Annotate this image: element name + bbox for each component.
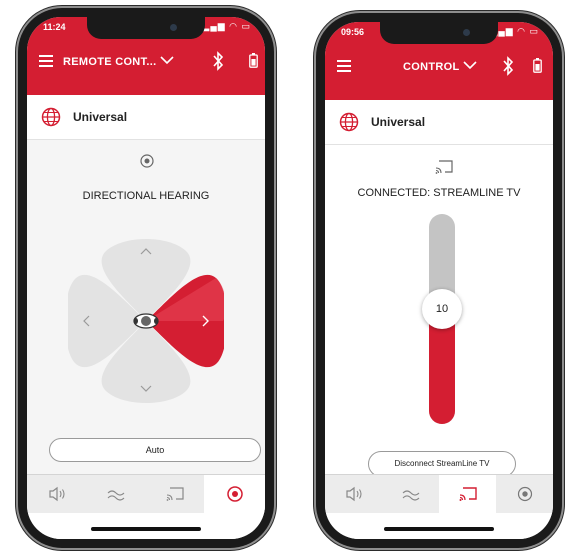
volume-value: 10 [435,302,449,315]
phone-right: 09:56 ▂▄▆ ◠ ▭ CONTROL Universal CONNECTE… [316,13,562,548]
header-title: REMOTE CONT... [63,56,157,68]
tab-streaming[interactable] [439,475,496,513]
notch [87,17,205,39]
program-row[interactable]: Universal [27,95,265,140]
notch [380,22,498,44]
connection-status: CONNECTED: STREAMLINE TV [357,187,521,199]
tab-sound[interactable] [382,475,439,513]
bluetooth-icon[interactable] [211,51,225,71]
tab-directional[interactable] [204,475,265,513]
target-icon [140,154,154,168]
wave-icon [402,490,419,501]
hamburger-menu-icon[interactable] [337,60,351,72]
tab-volume[interactable] [325,475,382,513]
speaker-icon [345,486,362,502]
home-indicator-area [325,513,553,539]
header-title: CONTROL [403,61,460,73]
bluetooth-icon[interactable] [501,56,515,76]
cast-icon [459,487,477,501]
toolbar: REMOTE CONT... [27,47,265,81]
status-time: 09:56 [341,27,365,37]
chevron-down-icon[interactable] [463,60,477,70]
globe-icon [41,107,61,127]
program-row[interactable]: Universal [325,100,553,145]
toolbar: CONTROL [325,52,553,86]
cast-icon [435,160,453,174]
speaker-icon [48,486,65,502]
streaming-panel: CONNECTED: STREAMLINE TV 10 Disconnect S… [325,145,553,481]
phone-right-screen: 09:56 ▂▄▆ ◠ ▭ CONTROL Universal CONNECTE… [325,22,553,539]
globe-icon [339,112,359,132]
target-icon [226,486,243,502]
volume-knob[interactable]: 10 [422,288,462,329]
direction-pad [68,239,224,403]
tab-streaming[interactable] [145,475,204,513]
chevron-down-icon[interactable] [160,55,174,65]
tab-directional[interactable] [496,475,553,513]
program-name: Universal [73,110,128,124]
cast-icon [166,487,184,501]
bottom-tabbar [27,474,265,513]
volume-slider[interactable]: 10 [422,214,462,424]
tab-sound[interactable] [86,475,145,513]
listener-head-icon [133,313,159,329]
signal-wifi-battery-icon: ▂▄▆ ◠ ▭ [202,21,251,31]
battery-icon[interactable] [249,53,258,68]
home-indicator[interactable] [384,527,494,531]
bottom-tabbar [325,474,553,513]
program-name: Universal [371,115,426,129]
tab-volume[interactable] [27,475,86,513]
home-indicator[interactable] [91,527,201,531]
target-icon [517,486,532,502]
auto-button[interactable]: Auto [49,438,261,462]
directional-panel: DIRECTIONAL HEARING Auto [27,140,265,481]
phone-left-screen: 11:24 ▂▄▆ ◠ ▭ REMOTE CONT... Universal D… [27,17,265,539]
status-time: 11:24 [43,22,66,32]
phone-left: 11:24 ▂▄▆ ◠ ▭ REMOTE CONT... Universal D… [18,8,274,548]
home-indicator-area [27,513,265,539]
battery-icon[interactable] [533,58,542,73]
section-title: DIRECTIONAL HEARING [82,190,210,202]
hamburger-menu-icon[interactable] [39,55,53,67]
wave-icon [107,490,124,501]
